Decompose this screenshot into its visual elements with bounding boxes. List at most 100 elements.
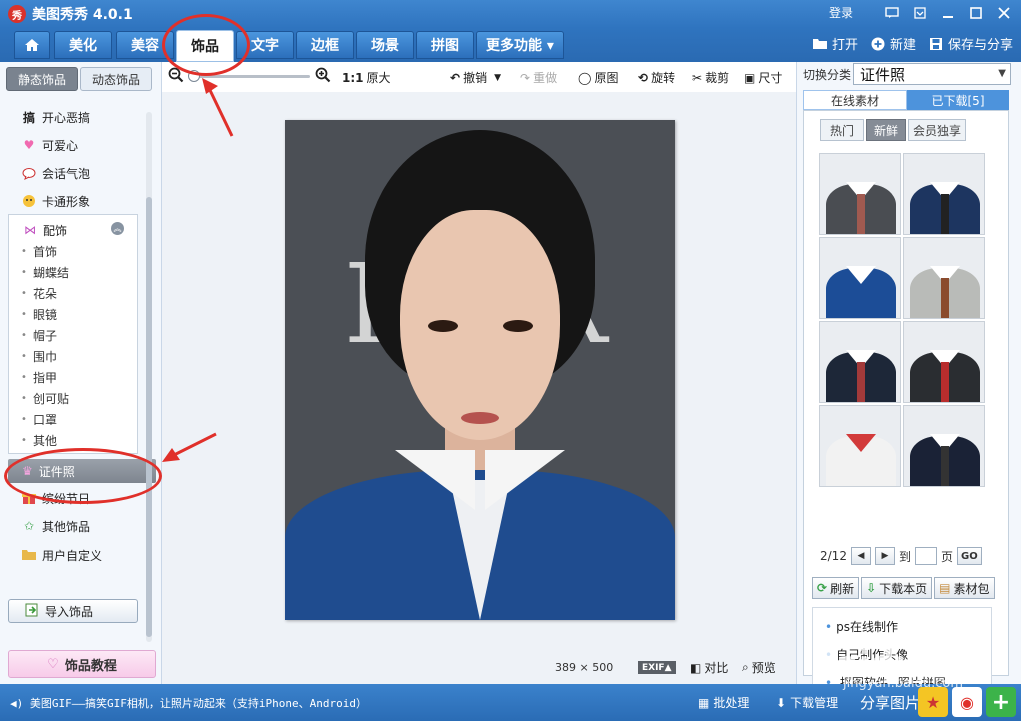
tab-more-features[interactable]: 更多功能 ▾ xyxy=(476,31,564,59)
material-thumb[interactable] xyxy=(903,321,985,403)
weibo-icon[interactable]: ◉ xyxy=(952,687,982,717)
tab-home[interactable] xyxy=(14,31,50,59)
subitem-mask[interactable]: 口罩 xyxy=(21,409,57,429)
filter-new[interactable]: 新鲜 xyxy=(866,119,906,141)
category-cartoon[interactable]: 卡通形象 xyxy=(22,190,90,212)
material-thumb[interactable] xyxy=(819,237,901,319)
category-label: 卡通形象 xyxy=(42,194,91,209)
subitem-jewelry[interactable]: 首饰 xyxy=(21,241,57,261)
hand-icon: ♡ xyxy=(47,656,59,672)
tab-online-materials[interactable]: 在线素材 xyxy=(803,90,907,110)
link-ps-online[interactable]: ps在线制作 xyxy=(825,618,898,635)
photo-eye-left xyxy=(428,320,458,332)
redo-button[interactable]: ↷ 重做 xyxy=(520,69,557,86)
undo-button[interactable]: ↶ 撤销 ▼ xyxy=(450,69,501,86)
go-button[interactable]: GO xyxy=(956,547,982,565)
tab-downloaded[interactable]: 已下载[5] xyxy=(907,90,1009,110)
tab-static-accessories[interactable]: 静态饰品 xyxy=(6,67,78,91)
page-input[interactable] xyxy=(914,547,937,565)
share-image-label[interactable]: 分享图片 xyxy=(860,692,920,713)
image-dimensions: 389 × 500 xyxy=(555,661,614,674)
photo-collar-right xyxy=(485,450,565,510)
funny-icon: 搞 xyxy=(22,110,35,125)
tab-beautify[interactable]: 美化 xyxy=(54,31,112,59)
save-share-label: 保存与分享 xyxy=(947,38,1013,53)
filter-member[interactable]: 会员独享 xyxy=(908,119,966,141)
material-thumb[interactable] xyxy=(819,405,901,487)
batch-button[interactable]: ▦ 批处理 xyxy=(698,694,749,711)
material-pack-button[interactable]: ▤ 素材包 xyxy=(934,577,995,599)
save-icon xyxy=(928,37,944,51)
next-page-icon[interactable]: ▶ xyxy=(874,547,895,565)
subitem-glasses[interactable]: 眼镜 xyxy=(21,304,57,324)
annotation-circle-category xyxy=(4,448,162,504)
minimize-icon[interactable] xyxy=(939,5,957,21)
tab-border[interactable]: 边框 xyxy=(296,31,354,59)
scissors-icon: ✂ xyxy=(692,70,703,85)
download-page-button[interactable]: ⇩ 下载本页 xyxy=(861,577,933,599)
menu-icon[interactable] xyxy=(911,5,929,21)
rotate-button[interactable]: ⟲ 旋转 xyxy=(638,69,675,86)
save-share-button[interactable]: 保存与分享 xyxy=(928,34,1013,53)
subitem-hats[interactable]: 帽子 xyxy=(21,325,57,345)
main-tab-bar: 美化 美容 饰品 文字 边框 场景 拼图 更多功能 ▾ 打开 新建 保存与分享 xyxy=(0,28,1021,62)
category-speech-bubbles[interactable]: 会话气泡 xyxy=(22,162,90,184)
login-link[interactable]: 登录 xyxy=(829,4,853,21)
material-pack-label: 素材包 xyxy=(953,581,990,596)
category-other-accessories[interactable]: ✩ 其他饰品 xyxy=(22,515,90,537)
new-button[interactable]: 新建 xyxy=(870,34,916,53)
left-scrollbar-thumb[interactable] xyxy=(146,197,152,637)
preview-button[interactable]: ⌕ 预览 xyxy=(742,659,776,676)
material-thumb[interactable] xyxy=(819,153,901,235)
category-funny[interactable]: 搞 开心恶搞 xyxy=(22,106,90,128)
zoom-in-icon[interactable] xyxy=(315,67,331,83)
category-hearts[interactable]: ♥ 可爱心 xyxy=(22,134,78,156)
download-manager-button[interactable]: ⬇ 下载管理 xyxy=(776,694,838,711)
accessory-tutorial-button[interactable]: ♡ 饰品教程 xyxy=(8,650,156,678)
star-app-icon[interactable]: ★ xyxy=(918,687,948,717)
material-thumb[interactable] xyxy=(903,237,985,319)
original-image-button[interactable]: ◯ 原图 xyxy=(578,69,618,86)
filter-hot[interactable]: 热门 xyxy=(820,119,864,141)
subitem-bow[interactable]: 蝴蝶结 xyxy=(21,262,69,282)
plus-circle-icon xyxy=(870,37,886,51)
subitem-other[interactable]: 其他 xyxy=(21,430,57,450)
import-accessory-button[interactable]: 导入饰品 xyxy=(8,599,138,623)
page-unit-label: 页 xyxy=(940,549,953,564)
tab-collage[interactable]: 拼图 xyxy=(416,31,474,59)
tab-dynamic-accessories[interactable]: 动态饰品 xyxy=(80,67,152,91)
collapse-icon[interactable]: ︽ xyxy=(111,222,124,235)
subitem-scarves[interactable]: 围巾 xyxy=(21,346,57,366)
tab-scene[interactable]: 场景 xyxy=(356,31,414,59)
marquee-text[interactable]: ◀) 美图GIF——搞笑GIF相机，让照片动起来（支持iPhone、Androi… xyxy=(10,695,367,711)
material-thumb[interactable] xyxy=(903,405,985,487)
close-icon[interactable] xyxy=(995,5,1013,21)
category-user-custom[interactable]: 用户自定义 xyxy=(22,544,102,566)
add-app-icon[interactable]: + xyxy=(986,687,1016,717)
open-button[interactable]: 打开 xyxy=(812,34,858,53)
skin-icon[interactable] xyxy=(883,5,901,21)
compare-label: 对比 xyxy=(704,661,729,675)
edited-photo[interactable]: BAR xyxy=(285,120,675,620)
crop-button[interactable]: ✂ 裁剪 xyxy=(692,69,729,86)
subitem-bandage[interactable]: 创可贴 xyxy=(21,388,69,408)
material-thumb[interactable] xyxy=(819,321,901,403)
resize-button[interactable]: ▣ 尺寸 xyxy=(744,69,782,86)
category-select[interactable]: 证件照 ▼ xyxy=(853,63,1011,85)
bow-icon: ⋈ xyxy=(24,223,36,237)
preview-icon: ⌕ xyxy=(742,660,749,674)
maximize-icon[interactable] xyxy=(967,5,985,21)
compare-button[interactable]: ◧ 对比 xyxy=(690,659,728,676)
material-thumb[interactable] xyxy=(903,153,985,235)
subitem-nails[interactable]: 指甲 xyxy=(21,367,57,387)
category-accessories[interactable]: ⋈ 配饰 xyxy=(23,219,67,241)
prev-page-icon[interactable]: ◀ xyxy=(850,547,871,565)
chevron-down-icon[interactable]: ▼ xyxy=(494,73,501,83)
refresh-button[interactable]: ⟳ 刷新 xyxy=(812,577,860,599)
category-label: 会话气泡 xyxy=(42,166,91,181)
undo-icon: ↶ xyxy=(450,70,461,85)
subitem-flowers[interactable]: 花朵 xyxy=(21,283,57,303)
original-image-label: 原图 xyxy=(594,71,619,85)
original-size-button[interactable]: 1:1 原大 xyxy=(342,69,391,86)
exif-button[interactable]: EXIF▲ xyxy=(638,661,676,674)
